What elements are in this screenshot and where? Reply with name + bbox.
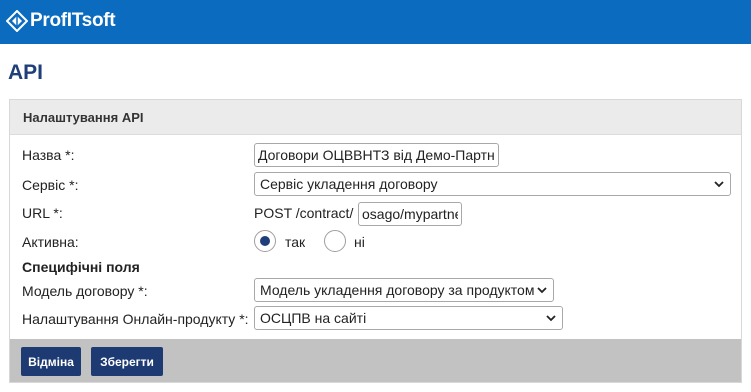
chevron-down-icon [546,315,556,322]
contract-model-select-value: Модель укладення договору за продуктом [260,282,535,298]
url-label: URL *: [22,205,63,221]
active-yes-label[interactable]: так [285,234,305,250]
top-bar: ProfITsoft [0,0,751,44]
profitsoft-logo-icon [6,10,28,32]
form-footer: Відміна Зберегти [10,339,741,382]
name-input[interactable] [254,143,499,167]
chevron-down-icon [537,287,547,294]
active-yes-radio[interactable] [254,230,276,252]
active-no-radio[interactable] [324,230,346,252]
url-prefix: POST /contract/ [254,205,354,221]
online-product-select[interactable]: ОСЦПВ на сайті [254,306,563,330]
contract-model-label: Модель договору *: [22,283,148,299]
service-select[interactable]: Сервіс укладення договору [254,172,731,196]
active-label: Активна: [22,234,79,250]
url-input[interactable] [358,202,462,226]
chevron-down-icon [714,181,724,188]
active-no-label[interactable]: ні [354,234,365,250]
online-product-select-value: ОСЦПВ на сайті [260,310,367,326]
panel-title: Налаштування API [10,100,741,135]
page-title: API [8,61,44,84]
service-select-value: Сервіс укладення договору [260,176,438,192]
online-product-label: Налаштування Онлайн-продукту *: [22,311,249,327]
brand-name: ProfITsoft [30,10,116,31]
brand-logo[interactable]: ProfITsoft [6,9,116,33]
cancel-button[interactable]: Відміна [21,347,81,376]
name-label: Назва *: [22,147,75,163]
service-label: Сервіс *: [22,177,79,193]
specific-fields-heading: Специфічні поля [22,259,140,275]
save-button[interactable]: Зберегти [91,347,163,376]
contract-model-select[interactable]: Модель укладення договору за продуктом [254,278,554,302]
